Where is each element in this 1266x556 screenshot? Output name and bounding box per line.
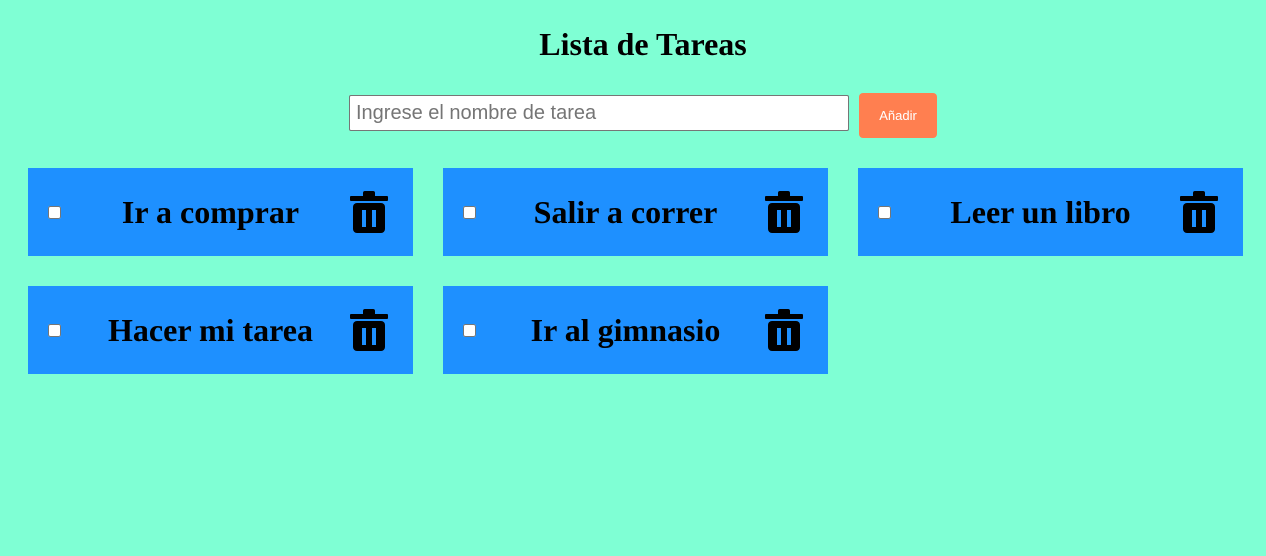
task-form: Añadir — [349, 93, 939, 138]
trash-icon[interactable] — [1180, 191, 1218, 233]
task-item: Leer un libro — [858, 168, 1243, 256]
task-checkbox[interactable] — [48, 324, 61, 337]
page-title: Lista de Tareas — [539, 26, 747, 62]
add-task-button[interactable]: Añadir — [859, 93, 937, 138]
task-label: Leer un libro — [950, 194, 1131, 230]
trash-icon[interactable] — [765, 191, 803, 233]
trash-icon[interactable] — [350, 309, 388, 351]
task-checkbox[interactable] — [878, 206, 891, 219]
task-checkbox[interactable] — [463, 324, 476, 337]
task-label: Salir a correr — [533, 194, 718, 230]
task-item: Ir a comprar — [28, 168, 413, 256]
task-item: Salir a correr — [443, 168, 828, 256]
task-checkbox[interactable] — [463, 206, 476, 219]
task-name-input[interactable] — [349, 95, 849, 131]
task-item: Hacer mi tarea — [28, 286, 413, 374]
trash-icon[interactable] — [765, 309, 803, 351]
task-item: Ir al gimnasio — [443, 286, 828, 374]
task-label: Ir a comprar — [121, 194, 300, 230]
task-checkbox[interactable] — [48, 206, 61, 219]
task-label: Ir al gimnasio — [530, 312, 721, 348]
task-list: Ir a comprar Salir a correr Leer un libr… — [28, 168, 1243, 374]
trash-icon[interactable] — [350, 191, 388, 233]
task-label: Hacer mi tarea — [108, 312, 313, 348]
